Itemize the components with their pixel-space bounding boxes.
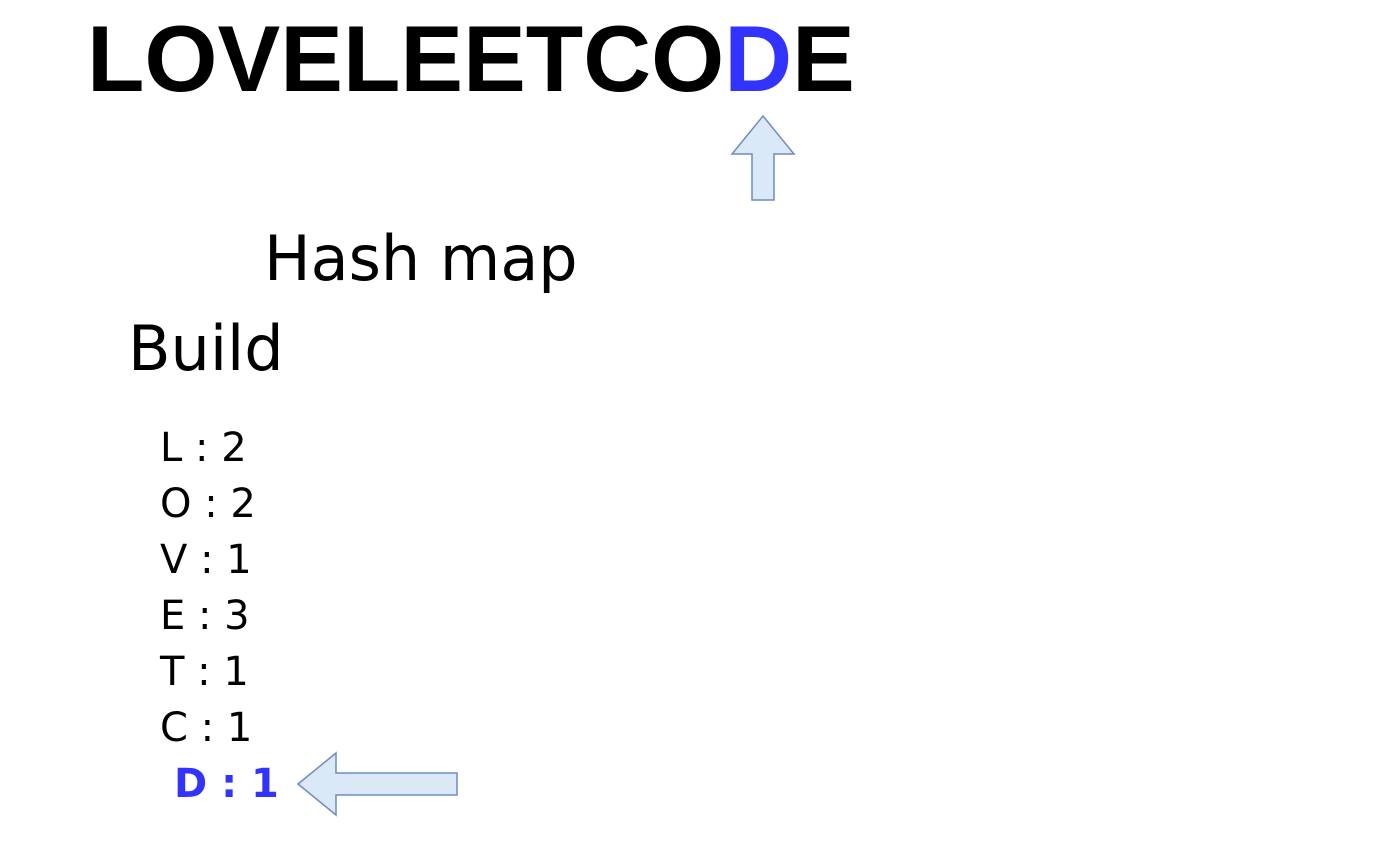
hash-map-entry: E : 3: [160, 593, 250, 639]
letter: T: [525, 6, 584, 111]
arrow-up-icon: [730, 114, 796, 201]
letter: O: [144, 6, 218, 111]
letter: C: [583, 6, 652, 111]
letter: E: [400, 6, 464, 111]
letter: E: [792, 6, 855, 111]
build-title: Build: [128, 312, 284, 385]
hash-map-title: Hash map: [264, 222, 578, 295]
hash-map-entry: C : 1: [160, 705, 253, 751]
hash-map-entry: O : 2: [160, 481, 256, 527]
hash-map-entry: L : 2: [160, 425, 247, 471]
letter: L: [87, 6, 145, 111]
letter: O: [651, 6, 725, 111]
hash-map-entry: V : 1: [160, 537, 252, 583]
arrow-left-icon: [296, 751, 458, 817]
letter: V: [217, 6, 281, 111]
hash-map-entry-current: D : 1: [174, 761, 279, 807]
letter: E: [280, 6, 343, 111]
letter: E: [463, 6, 526, 111]
input-string: LOVELEETCODE: [87, 12, 855, 106]
letter: L: [342, 6, 401, 111]
hash-map-entry: T : 1: [160, 649, 249, 695]
current-letter: D: [724, 6, 793, 111]
arrow-left-shape: [296, 751, 458, 817]
hash-map-list: L : 2 O : 2 V : 1 E : 3 T : 1 C : 1 D : 1: [160, 420, 279, 812]
arrow-up-shape: [730, 114, 796, 201]
